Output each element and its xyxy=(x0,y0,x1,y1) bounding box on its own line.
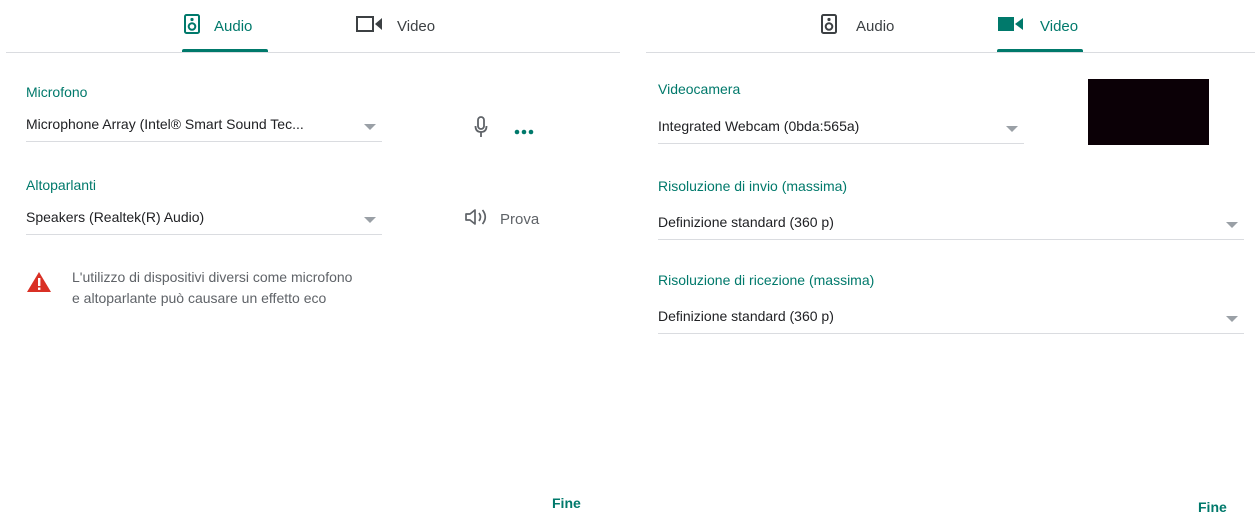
mic-test-button[interactable] xyxy=(474,116,488,143)
tab-video[interactable]: Video xyxy=(356,0,435,53)
warning-icon xyxy=(26,271,52,298)
speakers-label: Altoparlanti xyxy=(26,177,97,193)
echo-warning-line-1: L'utilizzo di dispositivi diversi come m… xyxy=(72,269,353,285)
volume-icon xyxy=(464,208,490,231)
camera-value: Integrated Webcam (0bda:565a) xyxy=(658,118,860,134)
tab-video[interactable]: Video xyxy=(997,0,1078,53)
receive-resolution-select[interactable]: Definizione standard (360 p) xyxy=(658,299,1244,334)
speaker-test-button[interactable]: Prova xyxy=(464,208,539,231)
chevron-down-icon xyxy=(1226,316,1238,322)
tab-video-label: Video xyxy=(1040,18,1079,35)
speakers-value: Speakers (Realtek(R) Audio) xyxy=(26,209,205,225)
chevron-down-icon xyxy=(1226,222,1238,228)
microphone-select[interactable]: Microphone Array (Intel® Smart Sound Tec… xyxy=(26,107,382,142)
chevron-down-icon xyxy=(364,124,376,130)
speaker-icon xyxy=(184,14,200,39)
tab-divider xyxy=(646,52,1255,53)
tab-audio-label: Audio xyxy=(214,18,253,35)
videocam-outline-icon xyxy=(356,15,384,38)
videocam-icon xyxy=(997,15,1025,38)
send-resolution-select[interactable]: Definizione standard (360 p) xyxy=(658,205,1244,240)
echo-warning-line-2: e altoparlante può causare un effetto ec… xyxy=(72,290,327,306)
audio-settings-panel: Audio Video Microfono Microphone Array (… xyxy=(0,0,620,515)
done-button[interactable]: Fine xyxy=(552,495,581,511)
camera-select[interactable]: Integrated Webcam (0bda:565a) xyxy=(658,109,1024,144)
receive-resolution-value: Definizione standard (360 p) xyxy=(658,308,834,324)
tab-divider xyxy=(6,52,620,53)
mic-icon xyxy=(474,116,488,143)
send-resolution-value: Definizione standard (360 p) xyxy=(658,214,834,230)
more-options-button[interactable] xyxy=(514,122,534,140)
microphone-label: Microfono xyxy=(26,84,88,100)
warning-icon-wrap xyxy=(26,271,52,298)
tab-bar: Audio Video xyxy=(640,0,1255,53)
tab-audio-label: Audio xyxy=(856,18,895,35)
speaker-test-label: Prova xyxy=(500,211,540,228)
tab-video-label: Video xyxy=(397,18,436,35)
speakers-select[interactable]: Speakers (Realtek(R) Audio) xyxy=(26,200,382,235)
camera-preview xyxy=(1088,79,1209,145)
video-settings-panel: Audio Video Videocamera Integrated Webca… xyxy=(640,0,1255,515)
done-button[interactable]: Fine xyxy=(1198,499,1227,515)
echo-warning-text: L'utilizzo di dispositivi diversi come m… xyxy=(72,267,472,309)
tab-audio[interactable]: Audio xyxy=(184,0,252,53)
chevron-down-icon xyxy=(364,217,376,223)
microphone-value: Microphone Array (Intel® Smart Sound Tec… xyxy=(26,116,304,132)
camera-label: Videocamera xyxy=(658,81,741,97)
tab-bar: Audio Video xyxy=(0,0,620,53)
speaker-icon xyxy=(821,14,837,39)
receive-resolution-label: Risoluzione di ricezione (massima) xyxy=(658,272,875,288)
chevron-down-icon xyxy=(1006,126,1018,132)
more-options-icon xyxy=(514,122,534,140)
tab-audio[interactable]: Audio xyxy=(821,0,894,53)
send-resolution-label: Risoluzione di invio (massima) xyxy=(658,178,848,194)
